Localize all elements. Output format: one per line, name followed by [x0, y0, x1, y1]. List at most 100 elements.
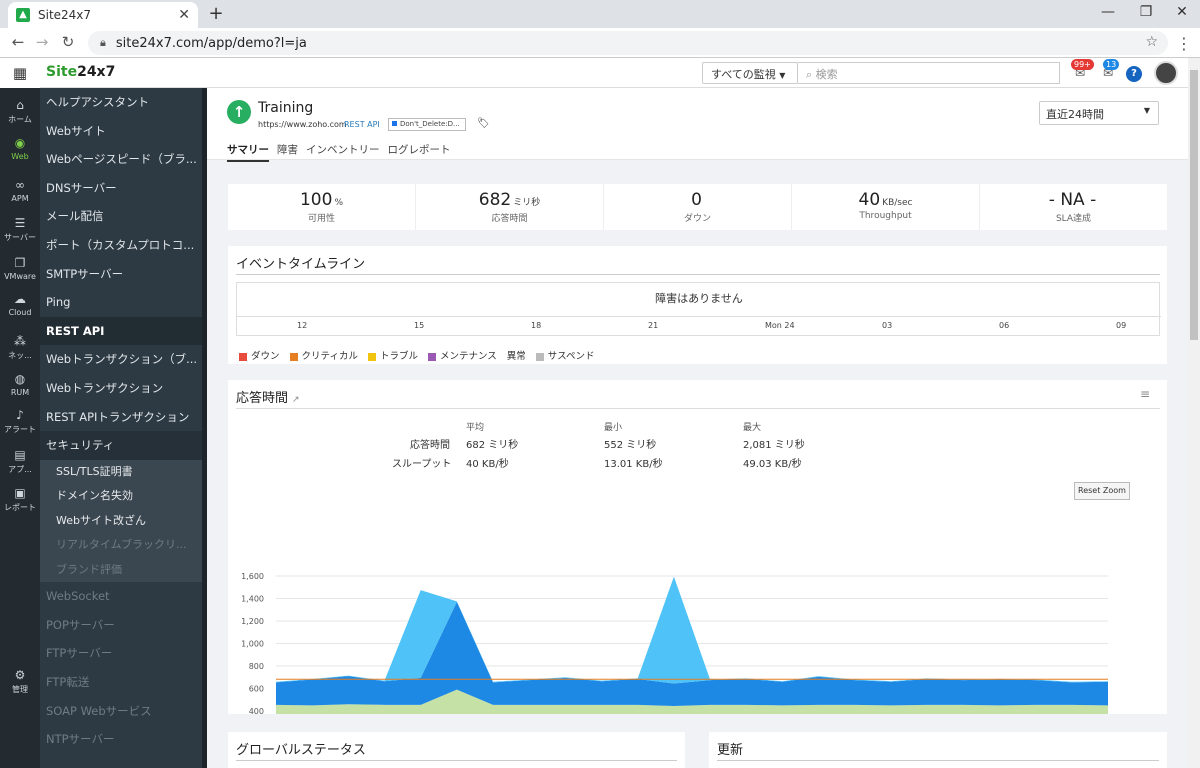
response-time-chart[interactable]: 02004006008001,0001,2001,4001,60011:0012… — [228, 380, 1167, 714]
sidebar-item-11[interactable]: REST APIトランザクション — [40, 403, 207, 432]
sidebar-item-10[interactable]: Webトランザクション — [40, 374, 207, 403]
sidebar-item-8[interactable]: REST API — [40, 316, 207, 346]
tag-chip[interactable]: Don't_Delete:D... — [388, 118, 466, 131]
url-text: site24x7.com/app/demo?l=ja — [115, 35, 307, 51]
avatar[interactable] — [1154, 61, 1178, 85]
reload-icon[interactable]: ↻ — [58, 33, 78, 51]
rum-icon: ◍ — [14, 372, 26, 386]
close-window-icon[interactable]: ✕ — [1172, 4, 1192, 20]
sidebar-item-12[interactable]: セキュリティ — [40, 431, 207, 460]
rail-item-1[interactable]: ◉ Web — [0, 136, 40, 161]
rail-item-label: ホーム — [8, 115, 32, 124]
minimize-icon[interactable]: — — [1098, 4, 1118, 20]
sidebar-item-7[interactable]: Ping — [40, 288, 207, 317]
tab-outages[interactable]: 障害 — [277, 142, 298, 162]
rail-item-11[interactable]: ⚙ 管理 — [0, 668, 40, 695]
cloud-icon: ☁ — [14, 292, 26, 306]
y-tick-label: 800 — [249, 662, 264, 671]
sidebar-sub-item-0[interactable]: SSL/TLS証明書 — [40, 459, 207, 485]
rail-item-6[interactable]: ⁂ ネッ... — [0, 334, 40, 361]
event-timeline-card: イベントタイムライン 障害はありません 12 15 18 21 Mon 24 03 06 09… — [228, 246, 1167, 364]
rail-item-5[interactable]: ☁ Cloud — [0, 292, 40, 317]
kpi-down: 0 ダウン — [604, 184, 792, 230]
legend-label: クリティカル — [301, 351, 358, 362]
sidebar-item-2[interactable]: Webページスピード（ブラ... — [40, 145, 207, 174]
app-header: ▦ Site24x7 すべての監視 ▼ ⌕ 検索 ✉ 99+ ✉ 13 ? — [0, 58, 1188, 88]
tab-summary[interactable]: サマリー — [227, 142, 269, 162]
sidebar-more-item-5[interactable]: NTPサーバー — [40, 725, 207, 754]
sidebar-more-item-3[interactable]: FTP転送 — [40, 668, 207, 697]
brand-logo[interactable]: Site24x7 — [46, 64, 115, 80]
timeline-legend-item[interactable]: ダウン — [239, 348, 280, 362]
rail-item-9[interactable]: ▤ アプ... — [0, 448, 40, 475]
timeline-track[interactable]: 障害はありません 12 15 18 21 Mon 24 03 06 09 — [236, 282, 1161, 336]
timeline-legend-item[interactable]: 異常 — [507, 348, 526, 362]
sidebar-more-item-4[interactable]: SOAP Webサービス — [40, 697, 207, 726]
timeline-tick: 21 — [648, 321, 659, 330]
rail-item-7[interactable]: ◍ RUM — [0, 372, 40, 397]
time-range-select[interactable]: 直近24時間 ▼ — [1039, 101, 1159, 125]
global-status-title: グローバルステータス — [236, 743, 366, 758]
timeline-legend-item[interactable]: クリティカル — [289, 348, 358, 362]
timeline-legend-item[interactable]: サスペンド — [535, 348, 594, 362]
report-icon: ▣ — [14, 486, 26, 500]
rail-item-8[interactable]: ♪ アラート — [0, 408, 40, 435]
legend-label: 異常 — [506, 351, 526, 362]
alerts-badge: 99+ — [1071, 59, 1094, 70]
legend-swatch — [289, 352, 298, 361]
sidebar-more-item-1[interactable]: POPサーバー — [40, 611, 207, 640]
app-grid-icon[interactable]: ▦ — [0, 58, 40, 88]
browser-tab[interactable]: ▲ Site24x7 ✕ — [8, 2, 198, 28]
address-bar-row: ← → ↻ 🔒︎ site24x7.com/app/demo?l=ja ☆ — [0, 28, 1200, 58]
forward-icon[interactable]: → — [32, 33, 52, 51]
sidebar-item-5[interactable]: ポート（カスタムプロトコ... — [40, 231, 207, 260]
sidebar-item-6[interactable]: SMTPサーバー — [40, 260, 207, 289]
rail-item-10[interactable]: ▣ レポート — [0, 486, 40, 513]
legend-label: ダウン — [251, 351, 280, 362]
rail-item-label: サーバー — [4, 233, 36, 242]
sidebar-sub-item-3[interactable]: リアルタイムブラックリ... — [40, 533, 207, 558]
search-input[interactable]: ⌕ 検索 — [798, 62, 1060, 84]
tab-title: Site24x7 — [38, 8, 92, 22]
browser-menu-icon[interactable]: ⋮ — [1176, 34, 1192, 53]
url-field[interactable]: 🔒︎ site24x7.com/app/demo?l=ja ☆ — [88, 31, 1168, 55]
monitor-url[interactable]: https://www.zoho.com — [258, 120, 347, 129]
sidebar-item-9[interactable]: Webトランザクション（ブ... — [40, 345, 207, 374]
rail-item-0[interactable]: ⌂ ホーム — [0, 98, 40, 125]
sidebar-item-3[interactable]: DNSサーバー — [40, 174, 207, 203]
timeline-legend-item[interactable]: トラブル — [367, 348, 418, 362]
monitor-filter-select[interactable]: すべての監視 ▼ — [702, 62, 798, 84]
help-icon[interactable]: ? — [1126, 66, 1142, 82]
rail-item-label: アプ... — [8, 465, 32, 474]
browser-tabbar: ▲ Site24x7 ✕ + — ❐ ✕ — [0, 0, 1200, 28]
rail-item-2[interactable]: ∞ APM — [0, 178, 40, 203]
close-tab-icon[interactable]: ✕ — [178, 7, 190, 23]
sidebar-more-item-0[interactable]: WebSocket — [40, 582, 207, 611]
timeline-legend-item[interactable]: メンテナンス — [427, 348, 497, 362]
sidebar-sub-item-2[interactable]: Webサイト改ざん — [40, 508, 207, 534]
reset-zoom-button[interactable]: Reset Zoom — [1074, 482, 1130, 500]
tab-inventory[interactable]: インベントリー — [306, 142, 380, 162]
back-icon[interactable]: ← — [8, 33, 28, 51]
chevron-down-icon: ▼ — [1143, 106, 1150, 115]
y-tick-label: 1,200 — [241, 617, 264, 626]
restore-icon[interactable]: ❐ — [1136, 4, 1156, 20]
sidebar-sub-item-4[interactable]: ブランド評価 — [40, 557, 207, 583]
new-tab-icon[interactable]: + — [206, 3, 226, 24]
bell-icon: ♪ — [16, 408, 24, 422]
tag-icon[interactable]: 🏷︎ — [477, 118, 490, 129]
tab-log-report[interactable]: ログレポート — [388, 142, 451, 162]
sidebar-more-item-2[interactable]: FTPサーバー — [40, 639, 207, 668]
rail-item-label: 管理 — [12, 685, 28, 694]
sidebar-item-1[interactable]: Webサイト — [40, 117, 207, 146]
sidebar-item-0[interactable]: ヘルプアシスタント — [40, 88, 207, 117]
sidebar-item-4[interactable]: メール配信 — [40, 202, 207, 231]
bookmark-star-icon[interactable]: ☆ — [1145, 34, 1158, 50]
scrollbar-thumb[interactable] — [1190, 70, 1198, 340]
page-scrollbar[interactable] — [1188, 58, 1200, 768]
rail-item-3[interactable]: ☰ サーバー — [0, 216, 40, 243]
rail-item-4[interactable]: ❐ VMware — [0, 256, 40, 281]
series-area-4[interactable] — [276, 576, 1108, 684]
sidebar-sub-item-1[interactable]: ドメイン名失効 — [40, 484, 207, 509]
y-tick-label: 1,000 — [241, 640, 264, 649]
